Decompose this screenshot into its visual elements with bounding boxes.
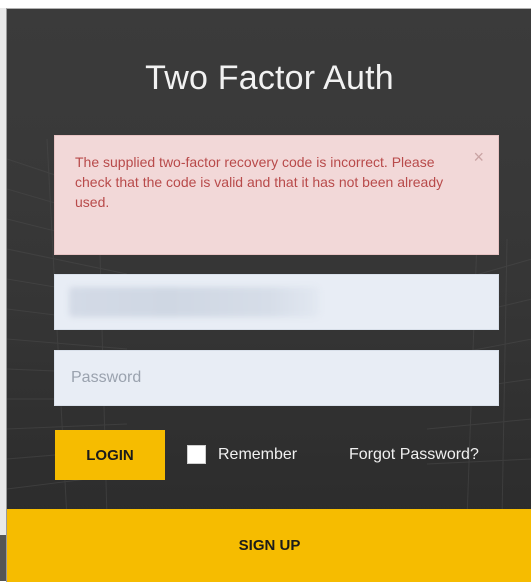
password-input[interactable] — [54, 350, 499, 406]
login-button[interactable]: LOGIN — [55, 430, 165, 480]
redacted-username — [69, 287, 319, 317]
login-panel: Two Factor Auth The supplied two-factor … — [6, 8, 531, 582]
remember-label: Remember — [218, 446, 298, 463]
close-icon[interactable]: × — [473, 148, 484, 166]
alert-message: The supplied two-factor recovery code is… — [75, 154, 444, 210]
remember-checkbox[interactable] — [187, 445, 206, 464]
error-alert: The supplied two-factor recovery code is… — [54, 135, 499, 255]
signup-button[interactable]: SIGN UP — [7, 509, 531, 582]
forgot-password-link[interactable]: Forgot Password? — [349, 445, 479, 464]
page-title: Two Factor Auth — [145, 59, 394, 97]
